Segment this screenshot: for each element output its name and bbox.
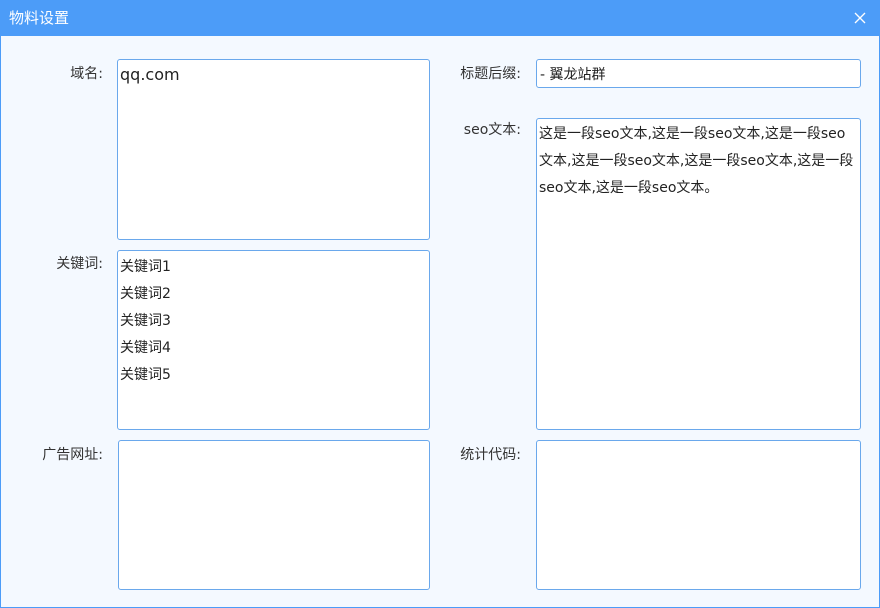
- close-button[interactable]: [849, 7, 871, 29]
- seo-text-textarea[interactable]: [536, 118, 861, 430]
- keywords-textarea[interactable]: [117, 250, 430, 430]
- ad-url-textarea[interactable]: [118, 440, 430, 590]
- keywords-label: 关键词:: [56, 256, 103, 272]
- seo-text-label: seo文本:: [463, 122, 521, 138]
- close-icon: [854, 12, 866, 24]
- title-suffix-label: 标题后缀:: [460, 66, 521, 82]
- domain-label: 域名:: [70, 66, 103, 82]
- stats-code-label: 统计代码:: [460, 447, 521, 463]
- material-settings-dialog: 物料设置 域名: 关键词: 广告网址: 标题后缀: seo文本: 统计代码:: [0, 0, 880, 608]
- title-suffix-input[interactable]: [536, 59, 861, 88]
- domain-textarea[interactable]: [117, 59, 430, 240]
- dialog-titlebar: 物料设置: [1, 1, 879, 36]
- dialog-title: 物料设置: [9, 9, 70, 27]
- ad-url-label: 广告网址:: [42, 447, 103, 463]
- stats-code-textarea[interactable]: [536, 440, 861, 590]
